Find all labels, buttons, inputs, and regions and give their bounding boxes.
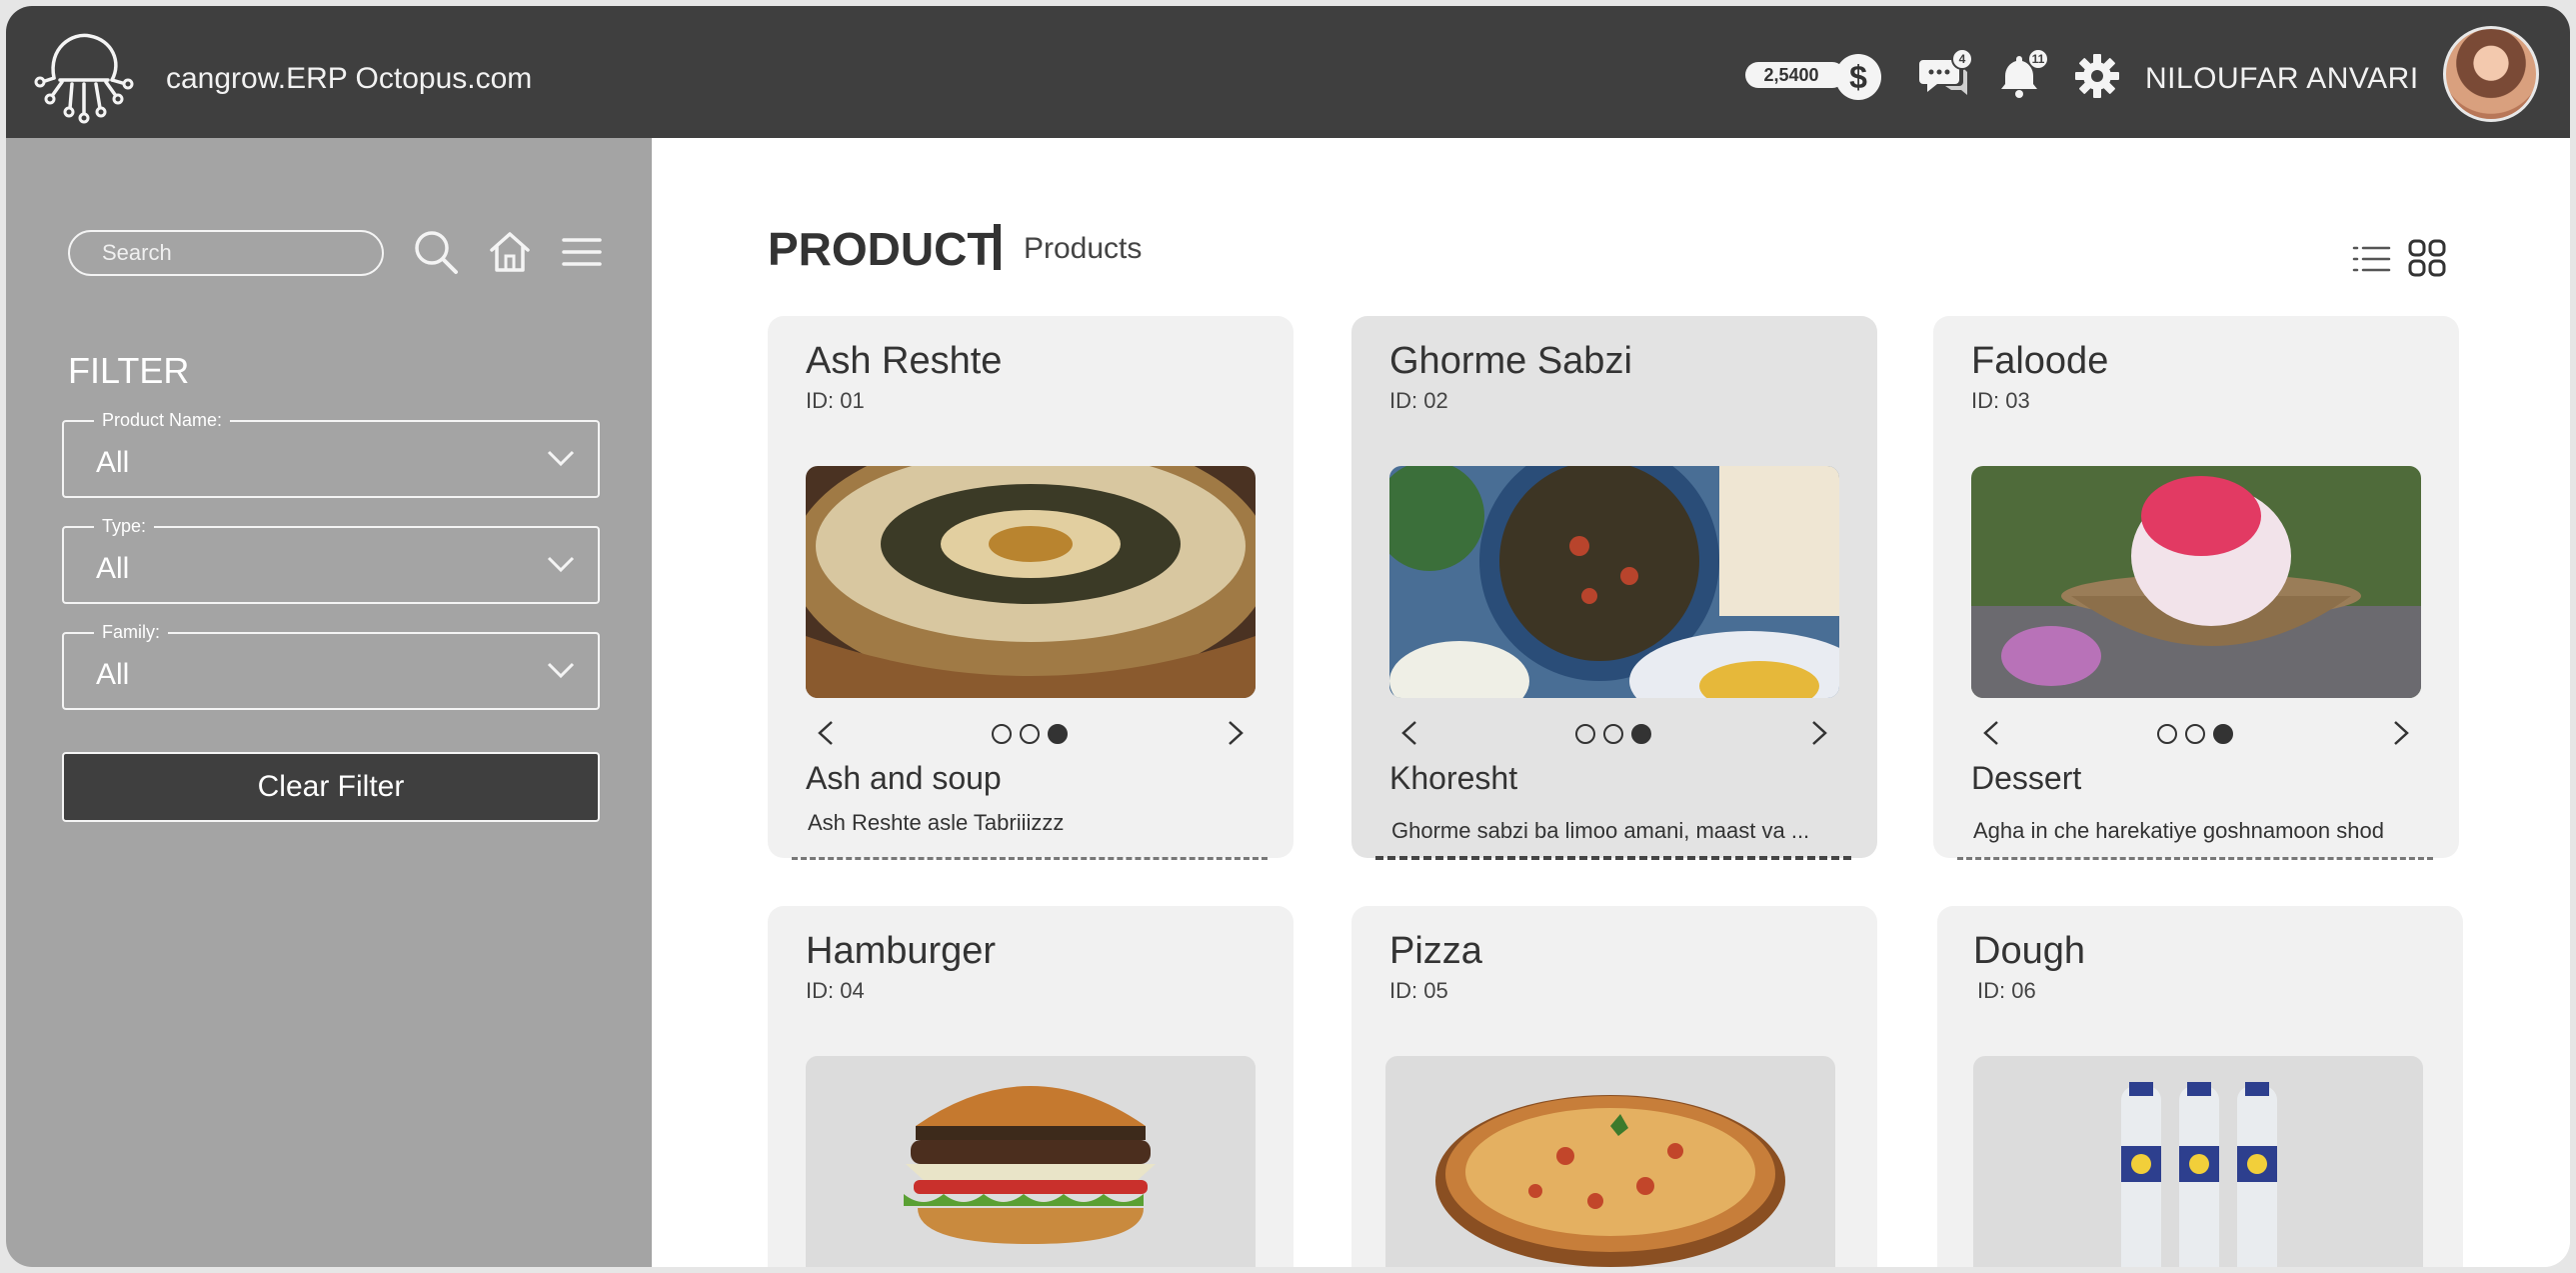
carousel-dot[interactable] [1020, 724, 1040, 744]
product-card-dough[interactable]: Dough ID: 06 [1937, 906, 2463, 1267]
image-carousel [806, 714, 1256, 750]
chevron-right-icon[interactable] [1809, 720, 1829, 746]
home-icon[interactable] [484, 226, 536, 278]
product-image [1973, 1056, 2423, 1267]
product-description: Ghorme sabzi ba limoo amani, maast va ..… [1391, 818, 1810, 843]
top-bar: cangrow.ERP Octopus.com 2,5400 $ 4 11 NI… [6, 6, 2570, 138]
card-divider [1375, 856, 1851, 860]
product-image [1385, 1056, 1835, 1267]
select-value: All [96, 552, 130, 585]
search-icon[interactable] [410, 226, 462, 278]
carousel-dot[interactable] [2157, 724, 2177, 744]
list-view-icon[interactable] [2351, 242, 2391, 276]
chevron-down-icon [547, 556, 575, 573]
settings-button[interactable] [2071, 50, 2123, 102]
chevron-right-icon[interactable] [2391, 720, 2411, 746]
product-image [806, 1056, 1256, 1267]
user-avatar[interactable] [2443, 26, 2539, 122]
app-title: cangrow.ERP Octopus.com [166, 62, 533, 95]
carousel-dot-active[interactable] [1048, 724, 1068, 744]
carousel-dots [992, 724, 1068, 744]
select-value: All [96, 446, 130, 479]
chevron-left-icon[interactable] [1981, 720, 2001, 746]
sidebar: FILTER Product Name: All Type: All Famil… [6, 138, 652, 1267]
product-image [1389, 466, 1839, 698]
product-id: ID: 06 [1977, 978, 2036, 1003]
main-content: PRODUCT Products Ash Reshte ID: 01 Ash a… [652, 138, 2570, 1267]
product-card-pizza[interactable]: Pizza ID: 05 [1351, 906, 1877, 1267]
family-select[interactable]: Family: All [62, 622, 600, 710]
product-description: Agha in che harekatiye goshnamoon shod [1973, 818, 2384, 843]
product-id: ID: 03 [1971, 388, 2030, 413]
carousel-dot-active[interactable] [1631, 724, 1651, 744]
carousel-dot[interactable] [1603, 724, 1623, 744]
product-id: ID: 01 [806, 388, 865, 413]
product-image [806, 466, 1256, 698]
messages-button[interactable]: 4 [1917, 48, 1973, 102]
image-carousel [1971, 714, 2421, 750]
product-name: Dough [1973, 930, 2085, 972]
card-divider [792, 857, 1268, 860]
card-divider [1957, 857, 2433, 860]
notifications-button[interactable]: 11 [1993, 48, 2049, 102]
product-card-faloode[interactable]: Faloode ID: 03 Dessert Agha in che harek… [1933, 316, 2459, 860]
product-name: Ash Reshte [806, 340, 1003, 382]
chevron-left-icon[interactable] [816, 720, 836, 746]
select-label: Type: [94, 516, 155, 537]
product-name: Pizza [1389, 930, 1482, 972]
carousel-dot[interactable] [992, 724, 1012, 744]
product-card-ash-reshte[interactable]: Ash Reshte ID: 01 Ash and soup Ash Resht… [768, 316, 1293, 860]
chevron-right-icon[interactable] [1226, 720, 1246, 746]
carousel-dots [2157, 724, 2233, 744]
select-label: Family: [94, 622, 168, 643]
product-category: Ash and soup [806, 760, 1002, 796]
carousel-dot-active[interactable] [2213, 724, 2233, 744]
app-window: cangrow.ERP Octopus.com 2,5400 $ 4 11 NI… [6, 6, 2570, 1267]
product-image [1971, 466, 2421, 698]
gear-icon [2075, 54, 2119, 98]
product-name: Ghorme Sabzi [1389, 340, 1632, 382]
product-name: Hamburger [806, 930, 997, 972]
product-id: ID: 04 [806, 978, 865, 1003]
balance-amount: 2,5400 [1745, 62, 1845, 88]
image-carousel [1389, 714, 1839, 750]
notifications-badge: 11 [2027, 48, 2049, 70]
messages-badge: 4 [1951, 48, 1973, 70]
user-name[interactable]: NILOUFAR ANVARI [2145, 62, 2419, 96]
product-category: Dessert [1971, 760, 2082, 796]
grid-view-icon[interactable] [2407, 238, 2447, 278]
product-description: Ash Reshte asle Tabriiizzz [808, 810, 1065, 835]
page-subtitle: Products [1024, 232, 1143, 265]
chevron-down-icon [547, 450, 575, 467]
page-title: PRODUCT [768, 223, 996, 275]
balance-widget[interactable]: 2,5400 $ [1745, 54, 1895, 100]
carousel-dot[interactable] [2185, 724, 2205, 744]
product-id: ID: 05 [1389, 978, 1448, 1003]
octopus-logo-icon[interactable] [32, 22, 136, 126]
product-id: ID: 02 [1389, 388, 1448, 413]
product-card-ghorme-sabzi[interactable]: Ghorme Sabzi ID: 02 Khoresht Ghorme sabz… [1351, 316, 1877, 860]
chevron-down-icon [547, 662, 575, 679]
product-card-hamburger[interactable]: Hamburger ID: 04 [768, 906, 1293, 1267]
search-input[interactable] [68, 230, 384, 276]
carousel-dot[interactable] [1575, 724, 1595, 744]
select-label: Product Name: [94, 410, 231, 431]
menu-icon[interactable] [556, 226, 608, 278]
carousel-dots [1575, 724, 1651, 744]
title-separator [994, 224, 1001, 270]
type-select[interactable]: Type: All [62, 516, 600, 604]
product-name-select[interactable]: Product Name: All [62, 410, 600, 498]
product-name: Faloode [1971, 340, 2109, 382]
select-value: All [96, 658, 130, 691]
filter-title: FILTER [68, 350, 190, 391]
dollar-coin-icon: $ [1835, 54, 1881, 100]
clear-filter-button[interactable]: Clear Filter [62, 752, 600, 822]
product-category: Khoresht [1389, 760, 1518, 796]
chevron-left-icon[interactable] [1399, 720, 1419, 746]
